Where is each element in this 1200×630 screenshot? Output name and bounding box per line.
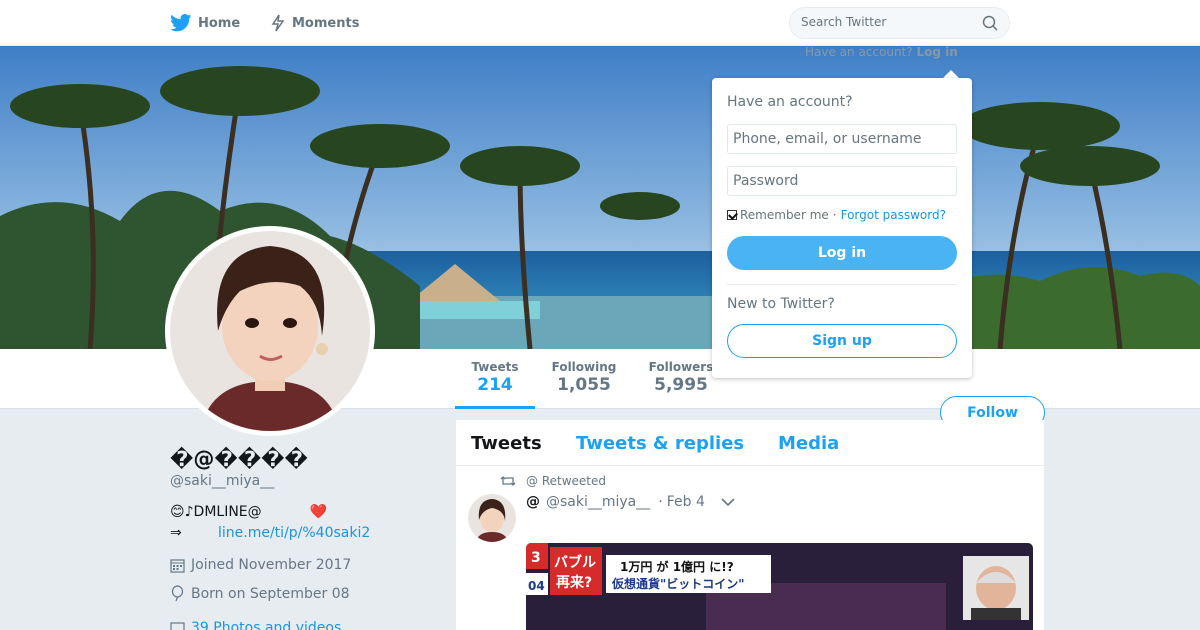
- birthday: Born on September 08: [170, 585, 350, 602]
- active-tab-underline: [455, 406, 535, 409]
- stat-following[interactable]: Following 1,055: [548, 360, 620, 395]
- tweet-display-name[interactable]: @: [526, 494, 540, 510]
- media-bubble-2: 再来?: [556, 575, 592, 591]
- have-account-text: Have an account?: [805, 45, 913, 59]
- forgot-password-link[interactable]: Forgot password?: [841, 208, 946, 222]
- login-dropdown: Have an account? Remember me · Forgot pa…: [712, 78, 972, 378]
- remember-checkbox[interactable]: [727, 210, 737, 220]
- login-button[interactable]: Log in: [727, 236, 957, 270]
- nav-login-link[interactable]: Log in: [916, 45, 957, 59]
- stat-followers-value: 5,995: [654, 375, 708, 395]
- photo-icon: [170, 621, 185, 630]
- balloon-icon: [170, 585, 185, 602]
- smile-emoji-icon: 😊: [170, 504, 185, 520]
- new-to-twitter-text: New to Twitter?: [727, 296, 835, 312]
- bio-link[interactable]: line.me/ti/p/%40saki2: [218, 525, 370, 541]
- nav-home-label: Home: [198, 15, 241, 31]
- joined-text: Joined November 2017: [191, 557, 352, 573]
- dropdown-title: Have an account?: [727, 94, 853, 110]
- stat-tweets-value: 214: [477, 375, 513, 395]
- nav-moments-label: Moments: [292, 15, 360, 31]
- tab-tweets[interactable]: Tweets: [471, 433, 542, 454]
- stat-followers-label: Followers: [648, 360, 714, 374]
- stat-following-value: 1,055: [557, 375, 611, 395]
- stat-tweets-label: Tweets: [471, 360, 519, 374]
- tab-tweets-replies[interactable]: Tweets & replies: [576, 433, 744, 454]
- dropdown-caret: [943, 70, 959, 78]
- stat-tweets[interactable]: Tweets 214: [470, 360, 520, 395]
- signup-button[interactable]: Sign up: [727, 324, 957, 358]
- media-caption-2: 仮想通貨"ビットコイン": [611, 576, 745, 591]
- have-account-link[interactable]: Have an account? Log in: [805, 45, 958, 59]
- nav-home[interactable]: Home: [170, 0, 240, 46]
- twitter-bird-icon: [170, 14, 192, 32]
- born-text: Born on September 08: [191, 585, 350, 602]
- media-num-2: 04: [528, 579, 545, 593]
- search-input[interactable]: [801, 15, 971, 29]
- top-nav: Home Moments: [0, 0, 1200, 46]
- timeline-tabs: Tweets Tweets & replies Media: [456, 420, 1044, 466]
- tab-media[interactable]: Media: [778, 433, 839, 454]
- bio-line-2: ⇒ line.me/ti/p/%40saki2: [170, 525, 370, 541]
- retweet-text: @ Retweeted: [526, 474, 606, 488]
- joined-date: Joined November 2017: [170, 557, 351, 573]
- bio-line-1: 😊 ♪DMLINE@ ❤️: [170, 504, 430, 520]
- photos-videos-link[interactable]: 39 Photos and videos: [170, 620, 341, 630]
- password-field[interactable]: [727, 166, 957, 196]
- profile-handle: @saki__miya__: [170, 473, 275, 489]
- tweet-handle[interactable]: @saki__miya__: [546, 494, 650, 510]
- media-bubble-1: バブル: [554, 554, 596, 571]
- profile-avatar[interactable]: [165, 226, 375, 436]
- bio-text: ♪DMLINE@: [184, 504, 262, 520]
- stat-followers[interactable]: Followers 5,995: [645, 360, 717, 395]
- retweet-icon: [500, 475, 516, 487]
- timeline: Tweets Tweets & replies Media @ Retweete…: [456, 420, 1044, 630]
- media-caption-1: 1万円 が 1億円 に!?: [620, 559, 734, 574]
- remember-label[interactable]: Remember me: [740, 208, 829, 222]
- tweet-date[interactable]: Feb 4: [667, 494, 705, 510]
- tweet-avatar[interactable]: [468, 494, 516, 542]
- chevron-down-icon[interactable]: [721, 497, 735, 507]
- calendar-icon: [170, 558, 185, 573]
- search-box: [789, 7, 1010, 39]
- dropdown-divider: [727, 284, 957, 285]
- stat-following-label: Following: [551, 360, 617, 374]
- username-field[interactable]: [727, 124, 957, 154]
- display-name: �@����: [170, 447, 308, 471]
- tweet-media[interactable]: 3 04 バブル 再来? 1万円 が 1億円 に!? 仮想通貨"ビットコイン": [526, 543, 1033, 630]
- separator-dot: ·: [832, 208, 837, 222]
- arrow-text: ⇒: [170, 525, 182, 541]
- remember-row: Remember me · Forgot password?: [727, 208, 946, 222]
- media-num-1: 3: [531, 550, 541, 566]
- nav-moments[interactable]: Moments: [270, 0, 359, 46]
- heart-emoji-icon: ❤️: [309, 504, 328, 520]
- retweet-indicator: @ Retweeted: [500, 474, 606, 488]
- photos-text: 39 Photos and videos: [191, 620, 342, 630]
- lightning-icon: [270, 14, 286, 32]
- tweet-header: @ @saki__miya__ · Feb 4: [526, 494, 735, 510]
- search-icon[interactable]: [982, 15, 998, 35]
